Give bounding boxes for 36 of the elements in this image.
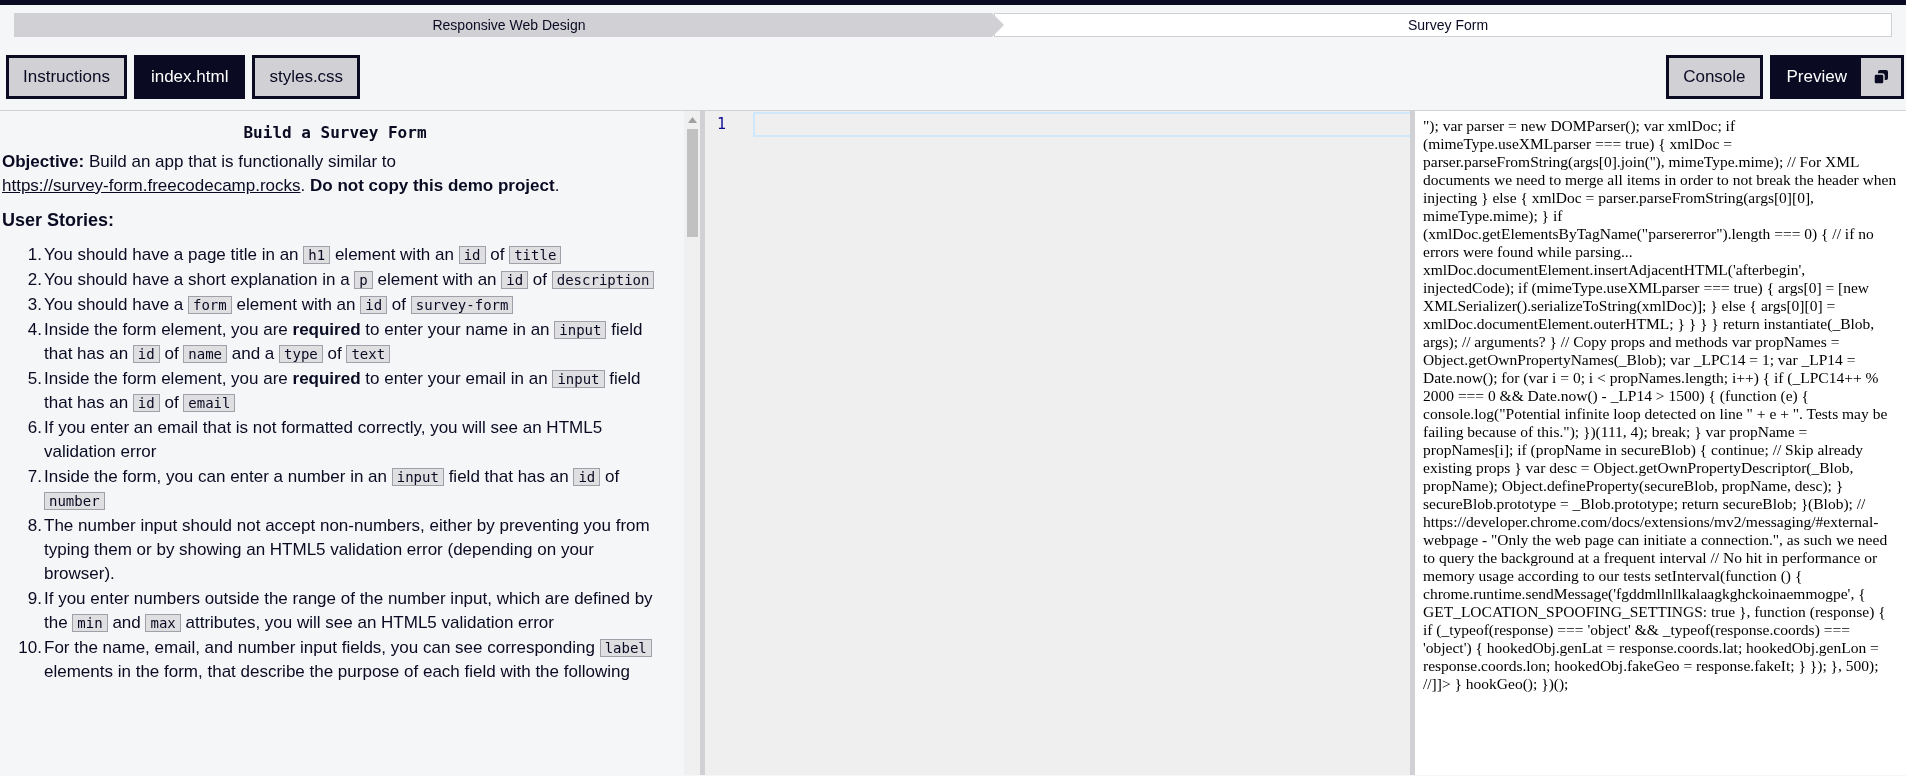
list-number: 5. (26, 367, 43, 390)
view-tab[interactable]: Preview (1769, 55, 1904, 99)
list-number: 4. (26, 318, 43, 341)
user-story-text: If you enter numbers outside the range of the number input, which are defined by the min and max attributes, you will see an HTML5 validation error (44, 587, 654, 634)
windows-icon (1873, 69, 1889, 85)
scroll-up-icon[interactable] (687, 117, 697, 123)
list-number: 2. (26, 268, 43, 291)
view-tab[interactable]: Console (1666, 55, 1763, 99)
breadcrumb-item[interactable]: Responsive Web Design (14, 13, 1004, 37)
list-number: 9. (26, 587, 43, 610)
challenge-title: Build a Survey Form (242, 123, 428, 142)
list-number: 10. (17, 636, 43, 659)
file-tab[interactable]: index.html (133, 55, 246, 99)
user-story-text: Inside the form, you can enter a number in an input field that has an id of number (44, 465, 621, 512)
list-number: 3. (26, 293, 43, 316)
user-story-text: For the name, email, and number input fields, you can see corresponding label elements in the form, that describe the purpose of each field with the following (44, 635, 668, 684)
scrollbar[interactable] (684, 111, 700, 775)
list-number: 7. (26, 465, 43, 488)
demo-link[interactable]: https://survey-form.freecodecamp.rocks (2, 175, 301, 195)
breadcrumb-item[interactable]: Survey Form (994, 13, 1892, 37)
list-number: 6. (26, 416, 43, 439)
user-story-text: Inside the form element, you are required to enter your email in an input field that has an id of email (44, 367, 642, 414)
user-story-text: The number input should not accept non-numbers, either by preventing you from typing them or by showing an HTML5 validation error (depending on your browser). (44, 514, 651, 585)
list-number: 8. (26, 514, 43, 537)
user-story-text: You should have a form element with an id of survey-form (44, 292, 668, 317)
scroll-thumb[interactable] (686, 129, 698, 237)
objective-text: Objective: Build an app that is functionally similar to https://survey-form.freecodecamp.rocks. Do not copy this demo project. (2, 151, 561, 197)
list-number: 1. (26, 243, 43, 266)
line-number: 1 (716, 115, 728, 133)
preview-text: "); var parser = new DOMParser(); var xmlDoc; if (mimeType.useXMLparser === true) { xmlDoc = parser.parseFromString(args[0].join(''), mimeType.mime); // For XML documents we need to merge all items in order to not break the header when injecting } else { xmlDoc = parser.parseFromString(args[0][0], mimeType.mime); } if (xmlDoc.getElementsByTagName("parsererror").length === 0) { // if no errors were found while parsing... xmlDoc.documentElement.insertAdjacentHTML('afterbegin', injectedCode); if (mimeType.useXMLparser === true) { args[0] = [new XMLSerializer().serializeToString(xmlDoc)]; } else { args[0][0] = xmlDoc.documentElement.outerHTML; } } } } return instantiate(_Blob, args); // arguments? } // Copy props and methods var propNames = Object.getOwnPropertyNames(_Blob); var _LPC14 = 1; var _LP14 = Date.now(); for (var i = 0; i < propNames.length; i++) { if (_LPC14++ % 2000 === 0 && Date.now() - _LP14 > 1500) { (function (e) { console.log("Potential infinite loop detected on line " + e + ". Tests may be failing because of this."); })(111, 4); break; } var propName = propNames[i]; if (propName in secureBlob) { continue; // Skip already existing props } var desc = Object.getOwnPropertyDescriptor(_Blob, propName); Object.defineProperty(secureBlob, propName, desc); } secureBlob.prototype = _Blob.prototype; return secureBlob; }(Blob); // https://developer.chrome.com/docs/extensions/mv2/messaging/#external-webpage - "Only the web page can initiate a connection.", as such we need to query the background at a frequent interval // No hit in performance or memory usage according to our tests setInterval(function () { chrome.runtime.sendMessage('fgddmllnllkalaagkghckoinaemmogpe', { GET_LOCATION_SPOOFING_SETTINGS: true }, function (response) { if (_typeof(response) === 'object' && _typeof(response.coords) === 'object') { hookedObj.genLat = response.coords.lat; hookedObj.genLon = response.coords.lon; hookedObj.fakeGeo = response.fakeIt; } }); }, 500); //]]> } hookGeo(); })(); (1423, 117, 1898, 693)
user-story-text: You should have a page title in an h1 element with an id of title (44, 242, 668, 267)
section-heading: User Stories: (2, 209, 116, 231)
user-story-text: You should have a short explanation in a p element with an id of description (44, 267, 668, 292)
code-line[interactable] (753, 112, 1410, 137)
file-tab[interactable]: Instructions (6, 55, 127, 99)
file-tab[interactable]: styles.css (252, 55, 361, 99)
